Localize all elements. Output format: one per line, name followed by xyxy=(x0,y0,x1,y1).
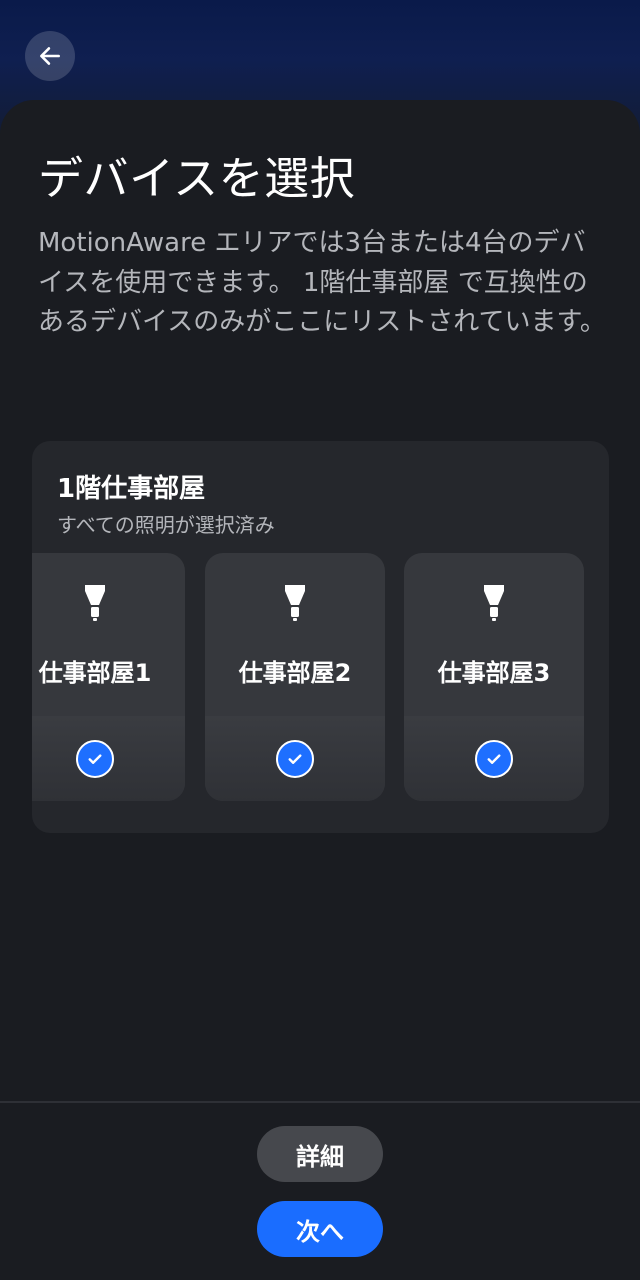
page-title: デバイスを選択 xyxy=(38,152,356,205)
bulb-icon xyxy=(85,585,105,621)
arrow-left-icon xyxy=(40,47,60,65)
device-label: 仕事部屋3 xyxy=(437,659,551,687)
device-card-3[interactable]: 仕事部屋3 xyxy=(404,553,584,801)
page-description: MotionAware エリアでは3台または4台のデバイスを使用できます。 1階… xyxy=(38,228,606,337)
checkmark-icon[interactable] xyxy=(276,740,314,778)
next-button[interactable]: 次へ xyxy=(257,1201,383,1257)
device-label: 仕事部屋2 xyxy=(238,659,352,687)
checkmark-icon[interactable] xyxy=(76,740,114,778)
footer-divider xyxy=(0,1101,640,1103)
device-card-2[interactable]: 仕事部屋2 xyxy=(205,553,385,801)
back-button[interactable] xyxy=(25,31,75,81)
device-label: 仕事部屋1 xyxy=(38,659,152,687)
device-card-1[interactable]: 仕事部屋1 xyxy=(32,553,185,801)
checkmark-icon[interactable] xyxy=(475,740,513,778)
room-card: 1階仕事部屋 すべての照明が選択済み 仕事部屋1 仕事部屋2 仕事部屋3 xyxy=(32,441,609,833)
room-name: 1階仕事部屋 xyxy=(57,474,206,504)
details-button[interactable]: 詳細 xyxy=(257,1126,383,1182)
bulb-icon xyxy=(285,585,305,621)
bulb-icon xyxy=(484,585,504,621)
room-status: すべての照明が選択済み xyxy=(57,513,275,537)
